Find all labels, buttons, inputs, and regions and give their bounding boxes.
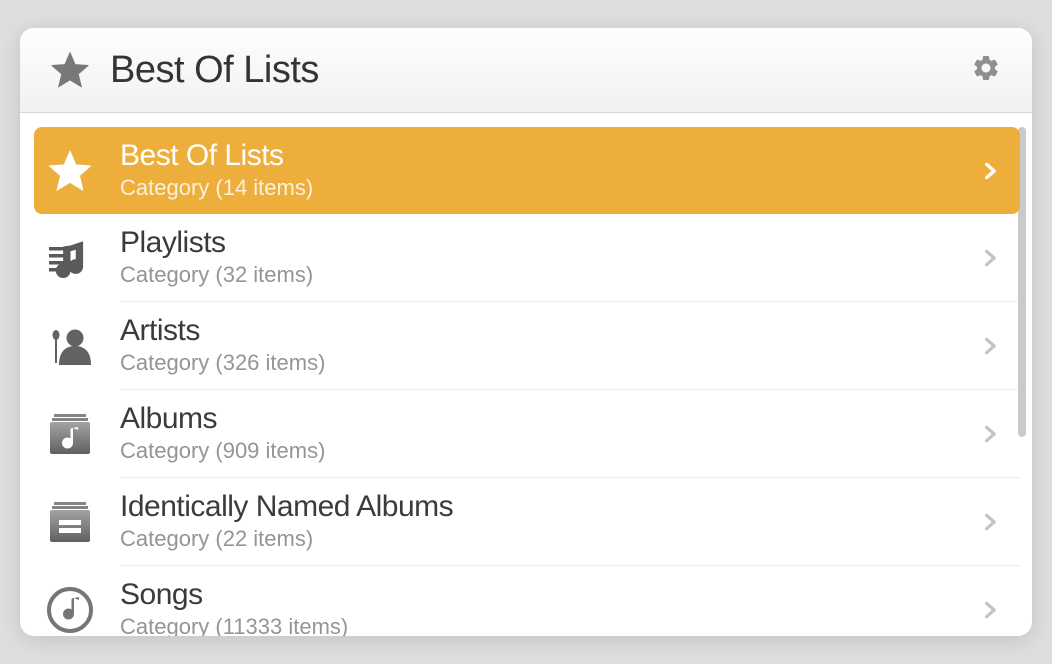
list-item-subtitle: Category (22 items)	[120, 525, 980, 554]
browser-panel: Best Of Lists Best Of Lists Category (14…	[20, 28, 1032, 636]
star-icon	[48, 48, 92, 92]
list-item-title: Identically Named Albums	[120, 490, 980, 525]
list-item-title: Best Of Lists	[120, 139, 980, 174]
list-item-title: Songs	[120, 578, 980, 613]
list-item-playlists[interactable]: Playlists Category (32 items)	[34, 214, 1020, 301]
list-item-subtitle: Category (32 items)	[120, 261, 980, 290]
chevron-right-icon	[980, 508, 1000, 536]
list-item-text: Songs Category (11333 items)	[120, 578, 980, 636]
list-item-title: Artists	[120, 314, 980, 349]
list-item-text: Artists Category (326 items)	[120, 314, 980, 377]
list-item-best-of-lists[interactable]: Best Of Lists Category (14 items)	[34, 127, 1020, 214]
list-item-subtitle: Category (11333 items)	[120, 613, 980, 636]
list-item-artists[interactable]: Artists Category (326 items)	[34, 302, 1020, 389]
chevron-right-icon	[980, 420, 1000, 448]
list-item-text: Albums Category (909 items)	[120, 402, 980, 465]
albums-icon	[44, 408, 96, 460]
list-item-text: Playlists Category (32 items)	[120, 226, 980, 289]
playlists-icon	[44, 232, 96, 284]
songs-icon	[44, 584, 96, 636]
list-item-albums[interactable]: Albums Category (909 items)	[34, 390, 1020, 477]
identical-albums-icon	[44, 496, 96, 548]
list-item-songs[interactable]: Songs Category (11333 items)	[34, 566, 1020, 636]
chevron-right-icon	[980, 244, 1000, 272]
list-item-subtitle: Category (909 items)	[120, 437, 980, 466]
list-item-subtitle: Category (326 items)	[120, 349, 980, 378]
list-item-text: Identically Named Albums Category (22 it…	[120, 490, 980, 553]
list-item-identical-albums[interactable]: Identically Named Albums Category (22 it…	[34, 478, 1020, 565]
list-item-title: Albums	[120, 402, 980, 437]
category-list: Best Of Lists Category (14 items)	[20, 113, 1032, 636]
panel-header: Best Of Lists	[20, 28, 1032, 113]
chevron-right-icon	[980, 332, 1000, 360]
list-item-title: Playlists	[120, 226, 980, 261]
chevron-right-icon	[980, 157, 1000, 185]
list-item-text: Best Of Lists Category (14 items)	[120, 139, 980, 202]
panel-title: Best Of Lists	[110, 49, 968, 92]
settings-button[interactable]	[968, 52, 1004, 88]
artists-icon	[44, 320, 96, 372]
list-item-subtitle: Category (14 items)	[120, 174, 980, 203]
star-icon	[44, 145, 96, 197]
gear-icon	[971, 53, 1001, 88]
chevron-right-icon	[980, 596, 1000, 624]
